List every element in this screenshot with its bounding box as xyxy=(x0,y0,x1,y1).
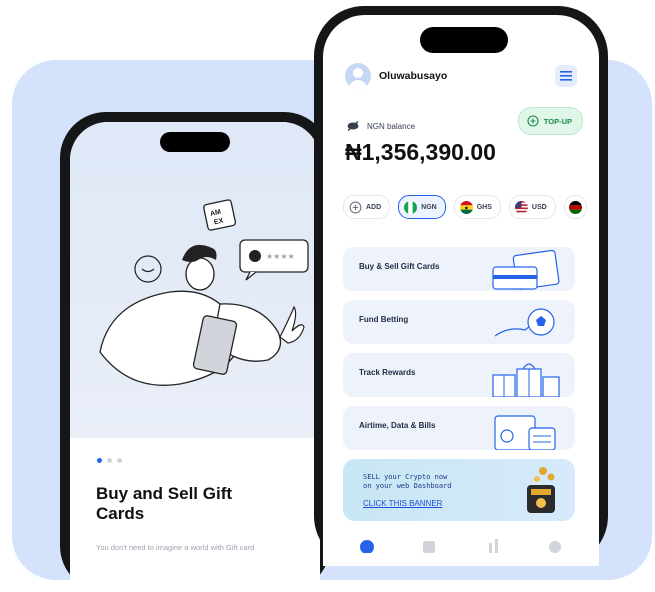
onboarding-illustration: AM EX ★★★★ xyxy=(70,122,320,438)
tab-icons xyxy=(360,539,561,554)
crypto-promo-banner[interactable]: SELL your Crypto now on your web Dashboa… xyxy=(343,459,575,521)
plus-circle-icon xyxy=(349,201,362,213)
menu-button[interactable] xyxy=(555,65,577,87)
banner-text: SELL your Crypto now on your web Dashboa… xyxy=(363,473,452,491)
service-label: Fund Betting xyxy=(359,315,409,324)
svg-text:★★★★: ★★★★ xyxy=(266,252,295,261)
avatar[interactable] xyxy=(345,63,371,89)
chip-label: USD xyxy=(531,203,547,211)
person-with-tablet-illustration: AM EX ★★★★ xyxy=(99,199,309,386)
settings-tab-icon xyxy=(549,541,561,553)
ghana-flag-icon: ★ xyxy=(459,200,473,214)
service-card-airtime-bills[interactable]: Airtime, Data & Bills xyxy=(343,406,575,450)
amex-card-icon: AM EX xyxy=(203,199,237,231)
chip-label: NGN xyxy=(421,203,437,211)
topup-label: TOP-UP xyxy=(543,116,572,126)
nigeria-flag-icon xyxy=(404,200,418,214)
page-dot[interactable] xyxy=(107,458,112,463)
service-card-track-rewards[interactable]: Track Rewards xyxy=(343,353,575,397)
service-card-fund-betting[interactable]: Fund Betting xyxy=(343,300,575,344)
chip-label: ADD xyxy=(366,203,382,211)
bottom-tab-bar xyxy=(323,533,599,554)
eye-slash-icon[interactable] xyxy=(347,121,359,131)
service-label: Track Rewards xyxy=(359,368,416,377)
page-dot-active[interactable] xyxy=(97,458,102,463)
us-flag-icon xyxy=(514,200,528,214)
username: Oluwabusayo xyxy=(379,70,448,82)
camera-notch xyxy=(160,132,230,152)
currency-chip-more[interactable] xyxy=(563,195,587,219)
dashboard-screen: Oluwabusayo NGN balance TOP-UP ₦1,356,39… xyxy=(323,15,599,566)
pagination-dots[interactable] xyxy=(97,458,122,463)
chip-label: GHS xyxy=(476,203,492,211)
currency-chips: ADD NGN ★ GHS USD xyxy=(343,195,587,219)
banner-line-1: SELL your Crypto now xyxy=(363,473,448,481)
hamburger-icon xyxy=(560,71,572,81)
banner-link[interactable]: CLICK THIS BANNER xyxy=(363,499,442,508)
banner-line-2: on your web Dashboard xyxy=(363,482,452,490)
gift-boxes-icon xyxy=(492,363,560,397)
currency-chip-usd[interactable]: USD xyxy=(508,195,556,219)
onboarding-screen: AM EX ★★★★ Buy and Sell Gift Cards You d… xyxy=(70,122,320,592)
bills-icon xyxy=(494,415,556,450)
balance-amount: ₦1,356,390.00 xyxy=(345,139,496,165)
crypto-coins-icon xyxy=(527,467,555,513)
onboarding-title: Buy and Sell Gift Cards xyxy=(96,484,233,523)
stats-tab-icon xyxy=(489,543,492,553)
service-label: Buy & Sell Gift Cards xyxy=(359,262,440,271)
kenya-flag-icon xyxy=(568,200,582,214)
camera-notch xyxy=(420,27,508,53)
cards-tab-icon xyxy=(423,541,435,553)
currency-chip-ghs[interactable]: ★ GHS xyxy=(453,195,501,219)
dashboard-phone: Oluwabusayo NGN balance TOP-UP ₦1,356,39… xyxy=(314,6,608,566)
onboarding-description: You don't need to imagine a world with G… xyxy=(96,543,255,552)
page-dot[interactable] xyxy=(117,458,122,463)
service-card-gift-cards[interactable]: Buy & Sell Gift Cards xyxy=(343,247,575,291)
soccer-ball-icon xyxy=(494,308,555,337)
gift-cards-icon xyxy=(492,249,560,290)
balance-label-row: NGN balance xyxy=(347,121,415,131)
currency-chip-ngn[interactable]: NGN xyxy=(398,195,446,219)
add-currency-chip[interactable]: ADD xyxy=(343,195,391,219)
topup-button[interactable]: TOP-UP xyxy=(517,107,583,135)
plus-circle-icon xyxy=(527,115,539,127)
onboarding-phone: AM EX ★★★★ Buy and Sell Gift Cards You d… xyxy=(60,112,330,592)
balance-label: NGN balance xyxy=(367,121,416,131)
svg-text:★: ★ xyxy=(463,205,468,210)
service-label: Airtime, Data & Bills xyxy=(359,421,436,430)
